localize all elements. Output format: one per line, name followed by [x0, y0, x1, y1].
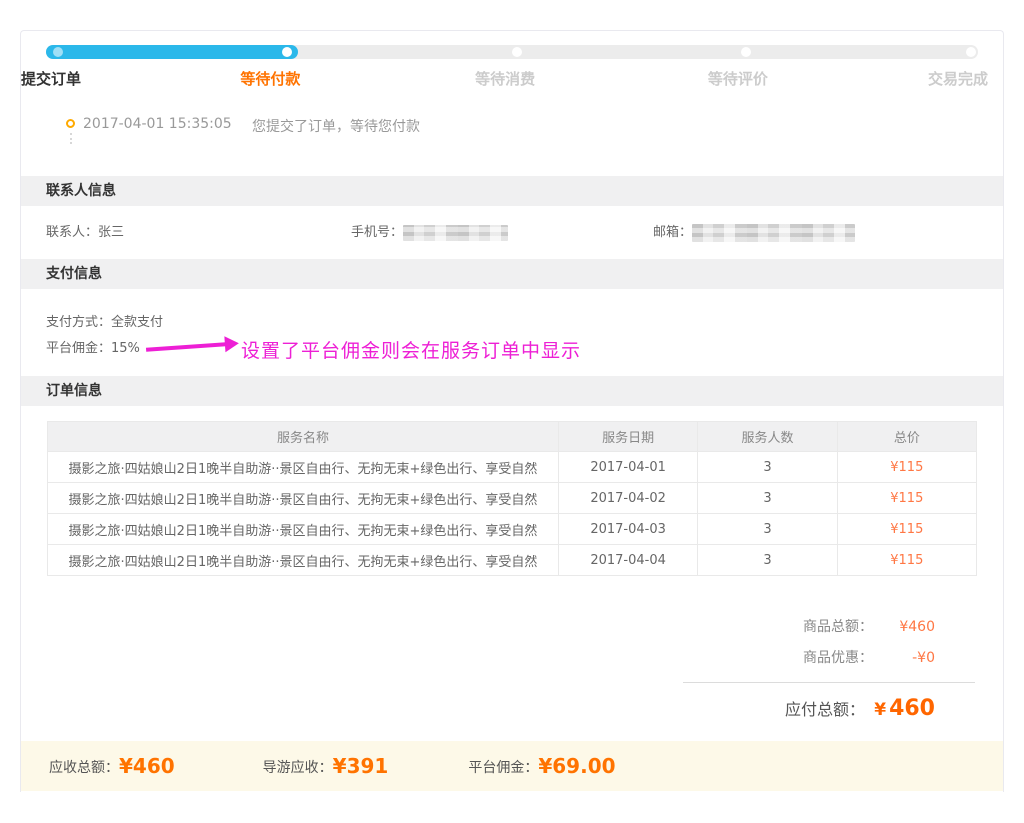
service-date-cell: 2017-04-02: [558, 483, 697, 514]
payable-total-label: 应付总额：: [785, 696, 865, 720]
table-header-row: 服务名称 服务日期 服务人数 总价: [48, 422, 977, 452]
goods-discount-label: 商品优惠：: [803, 647, 873, 667]
service-people-cell: 3: [698, 545, 837, 576]
order-section-title: 订单信息: [21, 376, 1003, 406]
annotation-text: 设置了平台佣金则会在服务订单中显示: [241, 336, 581, 363]
goods-total-row: 商品总额： ¥460: [683, 616, 975, 636]
step-dot-icon: [512, 47, 522, 57]
service-people-cell: 3: [698, 514, 837, 545]
payment-method: 支付方式：全款支付: [46, 311, 163, 330]
payable-total-value: ¥460: [865, 696, 935, 721]
platform-commission-total-label: 平台佣金：: [468, 760, 538, 776]
contact-section-body: 联系人：张三 手机号： 邮箱：: [21, 206, 1003, 259]
goods-total-value: ¥460: [873, 619, 935, 635]
phone-redacted-mosaic: [403, 225, 508, 241]
contact-email: 邮箱：: [653, 221, 855, 242]
email-redacted-mosaic: [692, 224, 855, 242]
service-people-cell: 3: [698, 452, 837, 483]
service-name-cell: 摄影之旅·四姑娘山2日1晚半自助游··景区自由行、无拘无束+绿色出行、享受自然: [48, 452, 559, 483]
goods-discount-value: -¥0: [873, 650, 935, 666]
step-await-payment: 等待付款: [240, 68, 300, 89]
guide-receivable-value: ¥391: [333, 754, 389, 778]
service-price-cell: ¥115: [837, 452, 976, 483]
progress-fill: [46, 45, 298, 59]
service-people-cell: 3: [698, 483, 837, 514]
timeline-dot-icon: [66, 119, 75, 128]
column-header-total-price: 总价: [837, 422, 976, 452]
service-date-cell: 2017-04-03: [558, 514, 697, 545]
step-await-review: 等待评价: [708, 68, 768, 89]
step-await-consumption: 等待消费: [475, 68, 535, 89]
contact-name-value: 张三: [98, 225, 124, 240]
goods-total-label: 商品总额：: [803, 616, 873, 636]
payable-total-row: 应付总额： ¥460: [683, 696, 975, 721]
receivable-total-label: 应收总额：: [49, 760, 119, 776]
service-price-cell: ¥115: [837, 545, 976, 576]
contact-name: 联系人：张三: [46, 221, 124, 240]
platform-commission-label: 平台佣金：: [46, 341, 111, 356]
table-row: 摄影之旅·四姑娘山2日1晚半自助游··景区自由行、无拘无束+绿色出行、享受自然 …: [48, 514, 977, 545]
payable-amount: 460: [889, 696, 935, 721]
service-name-cell: 摄影之旅·四姑娘山2日1晚半自助游··景区自由行、无拘无束+绿色出行、享受自然: [48, 483, 559, 514]
summary-divider: [683, 682, 975, 683]
table-row: 摄影之旅·四姑娘山2日1晚半自助游··景区自由行、无拘无束+绿色出行、享受自然 …: [48, 483, 977, 514]
column-header-service-name: 服务名称: [48, 422, 559, 452]
guide-receivable-label: 导游应收：: [263, 760, 333, 776]
service-name-cell: 摄影之旅·四姑娘山2日1晚半自助游··景区自由行、无拘无束+绿色出行、享受自然: [48, 545, 559, 576]
service-name-cell: 摄影之旅·四姑娘山2日1晚半自助游··景区自由行、无拘无束+绿色出行、享受自然: [48, 514, 559, 545]
timeline-timestamp: 2017-04-01 15:35:05: [83, 116, 232, 132]
order-items-table: 服务名称 服务日期 服务人数 总价 摄影之旅·四姑娘山2日1晚半自助游··景区自…: [47, 421, 977, 576]
payment-section-body: 支付方式：全款支付 平台佣金：15% 设置了平台佣金则会在服务订单中显示: [21, 289, 1003, 376]
platform-commission-value: 15%: [111, 341, 140, 356]
step-dot-icon: [282, 47, 292, 57]
guide-receivable: 导游应收：¥391: [263, 754, 389, 778]
column-header-service-people: 服务人数: [698, 422, 837, 452]
order-summary: 商品总额： ¥460 商品优惠： -¥0 应付总额： ¥460: [683, 616, 975, 721]
step-submit-order: 提交订单: [21, 68, 81, 89]
column-header-service-date: 服务日期: [558, 422, 697, 452]
timeline-event-text: 您提交了订单，等待您付款: [252, 116, 420, 136]
step-dot-icon: [53, 47, 63, 57]
goods-discount-row: 商品优惠： -¥0: [683, 647, 975, 667]
platform-commission: 平台佣金：15%: [46, 337, 140, 356]
service-price-cell: ¥115: [837, 514, 976, 545]
contact-phone-label: 手机号：: [351, 225, 403, 240]
receivable-total: 应收总额：¥460: [49, 754, 175, 778]
contact-name-label: 联系人：: [46, 225, 98, 240]
receivable-total-value: ¥460: [119, 754, 175, 778]
table-row: 摄影之旅·四姑娘山2日1晚半自助游··景区自由行、无拘无束+绿色出行、享受自然 …: [48, 545, 977, 576]
totals-footer-bar: 应收总额：¥460 导游应收：¥391 平台佣金：¥69.00: [21, 741, 1003, 791]
payment-section-title: 支付信息: [21, 259, 1003, 289]
currency-symbol: ¥: [874, 700, 886, 720]
payment-method-label: 支付方式：: [46, 315, 111, 330]
contact-email-label: 邮箱：: [653, 225, 692, 240]
platform-commission-total: 平台佣金：¥69.00: [468, 754, 615, 778]
table-row: 摄影之旅·四姑娘山2日1晚半自助游··景区自由行、无拘无束+绿色出行、享受自然 …: [48, 452, 977, 483]
payment-method-value: 全款支付: [111, 315, 163, 330]
step-transaction-complete: 交易完成: [928, 68, 988, 89]
service-price-cell: ¥115: [837, 483, 976, 514]
progress-track: [46, 45, 978, 59]
step-dot-icon: [966, 47, 976, 57]
platform-commission-total-value: ¥69.00: [538, 754, 615, 778]
service-date-cell: 2017-04-04: [558, 545, 697, 576]
order-timeline: 2017-04-01 15:35:05 您提交了订单，等待您付款: [66, 116, 1003, 148]
step-dot-icon: [741, 47, 751, 57]
order-progress: [21, 31, 1003, 59]
contact-section-title: 联系人信息: [21, 176, 1003, 206]
order-detail-panel: 提交订单 等待付款 等待消费 等待评价 交易完成 2017-04-01 15:3…: [20, 30, 1004, 792]
timeline-dotted-line: [70, 133, 72, 144]
step-labels: 提交订单 等待付款 等待消费 等待评价 交易完成: [21, 68, 1003, 90]
contact-phone: 手机号：: [351, 221, 508, 241]
annotation-arrow-icon: [146, 342, 226, 352]
service-date-cell: 2017-04-01: [558, 452, 697, 483]
